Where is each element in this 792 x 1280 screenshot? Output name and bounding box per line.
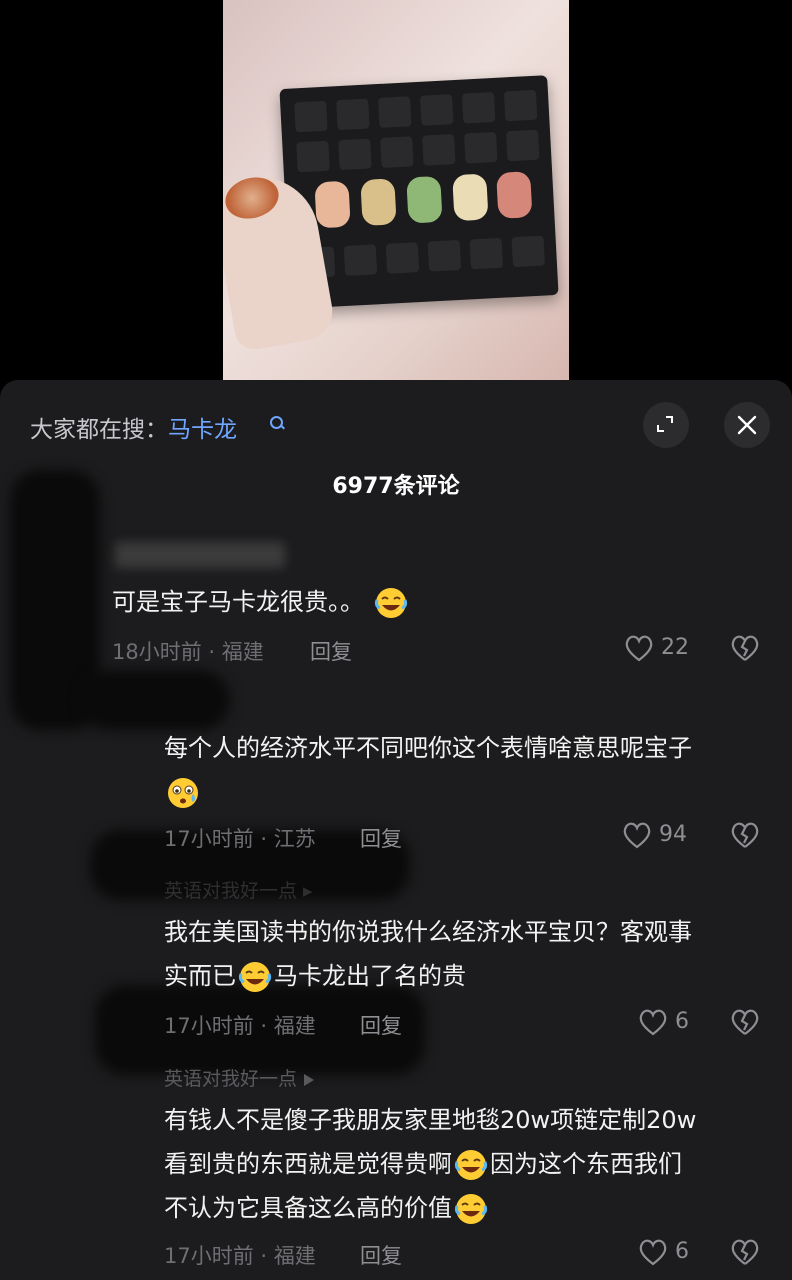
close-button[interactable]: [724, 402, 770, 448]
dislike-button[interactable]: [730, 821, 760, 849]
like-count: 6: [675, 1239, 689, 1264]
laughing-tears-emoji: [238, 962, 272, 992]
worried-face-emoji: [168, 778, 198, 808]
dislike-button[interactable]: [730, 1008, 760, 1036]
like-button[interactable]: 94: [622, 821, 687, 849]
laughing-tears-emoji: [454, 1194, 488, 1224]
comment-text: 有钱人不是傻子我朋友家里地毯20w项链定制20w 看到贵的东西就是觉得贵啊 因为…: [164, 1098, 696, 1230]
video-player[interactable]: [0, 0, 792, 380]
like-button[interactable]: 6: [638, 1238, 689, 1266]
comment-text: 可是宝子马卡龙很贵。。: [112, 580, 410, 624]
laughing-tears-emoji: [454, 1150, 488, 1180]
like-count: 6: [675, 1009, 689, 1034]
broken-heart-icon: [731, 1239, 759, 1265]
comment-meta: 17小时前 · 福建: [164, 1244, 316, 1268]
reply-button[interactable]: 回复: [360, 823, 402, 853]
broken-heart-icon: [731, 1009, 759, 1035]
like-count: 94: [659, 822, 687, 847]
reply-button[interactable]: 回复: [310, 636, 352, 666]
broken-heart-icon: [731, 635, 759, 661]
video-frame[interactable]: [223, 0, 569, 380]
play-arrow-icon: [304, 1073, 315, 1086]
comments-sheet: 大家都在搜：马卡龙 6977条评论 可是宝子马卡龙很贵。。 18小时前 · 福建…: [0, 380, 792, 1280]
reply-button[interactable]: 回复: [360, 1240, 402, 1270]
expand-icon: [657, 416, 673, 432]
heart-icon: [639, 1009, 667, 1036]
broken-heart-icon: [731, 822, 759, 848]
like-button[interactable]: 6: [638, 1008, 689, 1036]
heart-icon: [623, 822, 651, 849]
comment-text: 我在美国读书的你说我什么经济水平宝贝？客观事 实而已 马卡龙出了名的贵: [164, 910, 692, 998]
comment-text: 每个人的经济水平不同吧你这个表情啥意思呢宝子: [164, 726, 692, 814]
heart-icon: [625, 635, 653, 662]
comment-meta: 17小时前 · 江苏: [164, 827, 316, 851]
dislike-button[interactable]: [730, 1238, 760, 1266]
like-count: 22: [661, 635, 689, 660]
laughing-tears-emoji: [374, 588, 407, 618]
trending-search[interactable]: 大家都在搜：马卡龙: [30, 410, 237, 444]
reply-to-label: 英语对我好一点: [164, 1064, 315, 1091]
comment-meta: 18小时前 · 福建: [112, 640, 264, 664]
reply-button[interactable]: 回复: [360, 1010, 402, 1040]
reply-to-label: 英语对我好一点 ▸: [164, 880, 313, 902]
search-icon[interactable]: [270, 416, 283, 429]
like-button[interactable]: 22: [624, 634, 689, 662]
redacted-username: [115, 542, 285, 568]
comment-count: 6977条评论: [332, 474, 460, 499]
search-term-link[interactable]: 马卡龙: [168, 417, 237, 443]
redacted-avatar: [80, 670, 230, 730]
comment-meta: 17小时前 · 福建: [164, 1014, 316, 1038]
close-icon: [737, 415, 757, 435]
dislike-button[interactable]: [730, 634, 760, 662]
heart-icon: [639, 1239, 667, 1266]
expand-button[interactable]: [643, 402, 689, 448]
search-prefix-label: 大家都在搜：: [30, 417, 168, 443]
